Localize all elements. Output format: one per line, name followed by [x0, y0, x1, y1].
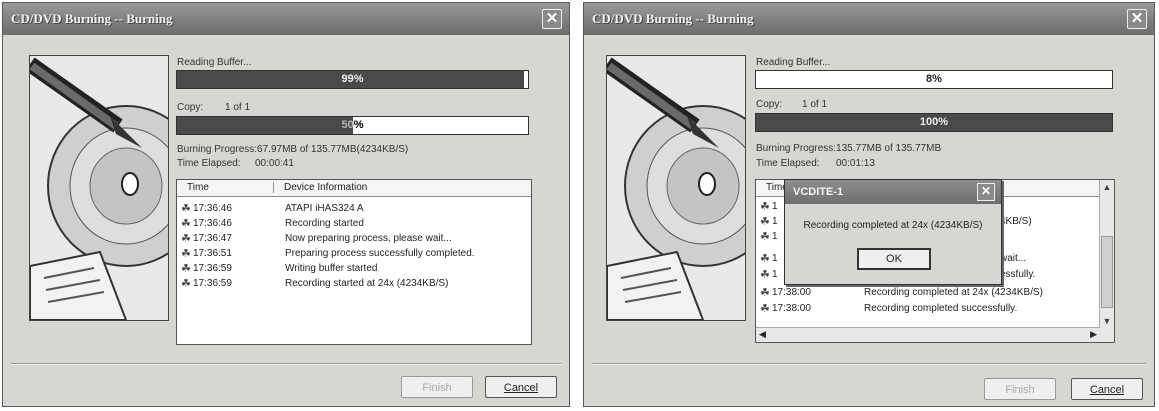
- completion-dialog: VCDITE-1 ✕ Recording completed at 24x (4…: [784, 179, 1002, 285]
- copy-label: Copy:: [756, 99, 783, 110]
- scroll-down-icon[interactable]: ▼: [1100, 314, 1114, 328]
- burning-progress-text: Burning Progress:67.97MB of 135.77MB(423…: [177, 144, 409, 155]
- reading-buffer-percent: 99%: [341, 73, 364, 85]
- log-entry-icon: ☘: [760, 201, 770, 213]
- time-elapsed-value: 00:00:41: [255, 158, 294, 169]
- disc-burn-icon: [25, 55, 205, 321]
- dialog-title: VCDITE-1: [793, 186, 844, 198]
- log-entry-icon: ☘: [760, 231, 770, 243]
- scroll-left-icon[interactable]: ◀: [759, 329, 766, 340]
- dialog-message: Recording completed at 24x (4234KB/S): [803, 220, 983, 231]
- dialog-title-bar[interactable]: VCDITE-1 ✕: [785, 180, 1001, 204]
- footer-divider: [592, 363, 1146, 365]
- disc-burn-icon: [602, 55, 782, 321]
- cancel-button[interactable]: Cancel: [485, 376, 557, 398]
- ok-button[interactable]: OK: [857, 248, 931, 270]
- copy-percent: 100%: [919, 116, 949, 128]
- close-icon[interactable]: ✕: [542, 9, 562, 29]
- window-title: CD/DVD Burning -- Burning: [11, 11, 173, 26]
- close-icon[interactable]: ✕: [977, 183, 995, 201]
- scroll-up-icon[interactable]: ▲: [1100, 180, 1114, 194]
- footer-divider: [11, 363, 561, 365]
- reading-buffer-progress: 99%: [176, 70, 529, 89]
- log-entry-icon: ☘: [760, 303, 770, 315]
- copy-progress: 50%: [176, 116, 529, 135]
- burning-progress-text: Burning Progress:135.77MB of 135.77MB: [756, 143, 942, 154]
- column-header-device-info[interactable]: Device Information: [273, 182, 367, 193]
- time-elapsed-value: 00:01:13: [836, 158, 875, 169]
- copy-percent: 50%: [341, 119, 364, 131]
- finish-button[interactable]: Finish: [984, 378, 1056, 400]
- time-elapsed-label: Time Elapsed:: [756, 158, 820, 169]
- log-entry-icon: ☘: [760, 253, 770, 265]
- copy-count: 1 of 1: [802, 99, 828, 110]
- title-bar[interactable]: CD/DVD Burning -- Burning ✕: [3, 3, 569, 35]
- window-title: CD/DVD Burning -- Burning: [592, 11, 754, 26]
- scrollbar-thumb[interactable]: [1101, 236, 1113, 308]
- scroll-right-icon[interactable]: ▶: [1090, 329, 1097, 340]
- vertical-scrollbar[interactable]: ▲ ▼: [1099, 180, 1114, 342]
- time-elapsed-label: Time Elapsed:: [177, 158, 241, 169]
- log-entry-icon: ☘: [760, 287, 770, 299]
- log-entry-icon: ☘: [760, 216, 770, 228]
- log-entry-icon: ☘: [181, 248, 191, 260]
- copy-count: 1 of 1: [225, 102, 251, 113]
- device-log-list[interactable]: Time Device Information ☘ 17:36:46 ATAPI…: [176, 179, 532, 345]
- copy-progress: 100%: [755, 113, 1113, 132]
- reading-buffer-label: Reading Buffer...: [177, 57, 252, 68]
- finish-button[interactable]: Finish: [401, 376, 473, 398]
- copy-label: Copy:: [177, 102, 204, 113]
- reading-buffer-progress: 8%: [755, 70, 1113, 89]
- burning-window-right: CD/DVD Burning -- Burning ✕ Reading Buff…: [583, 2, 1155, 407]
- reading-buffer-label: Reading Buffer...: [756, 57, 831, 68]
- horizontal-scrollbar[interactable]: ◀ ▶: [756, 327, 1100, 342]
- column-header-time[interactable]: Time: [187, 182, 209, 193]
- burning-window-left: CD/DVD Burning -- Burning ✕ Reading Buff…: [2, 2, 570, 407]
- close-icon[interactable]: ✕: [1127, 9, 1147, 29]
- reading-buffer-percent: 8%: [926, 73, 942, 85]
- log-entry-icon: ☘: [181, 203, 191, 215]
- log-entry-icon: ☘: [181, 278, 191, 290]
- title-bar[interactable]: CD/DVD Burning -- Burning ✕: [584, 3, 1154, 35]
- log-entry-icon: ☘: [760, 269, 770, 281]
- log-entry-icon: ☘: [181, 233, 191, 245]
- log-entry-icon: ☘: [181, 218, 191, 230]
- cancel-button[interactable]: Cancel: [1071, 378, 1143, 400]
- log-header: Time Device Information: [177, 180, 531, 197]
- log-entry-icon: ☘: [181, 263, 191, 275]
